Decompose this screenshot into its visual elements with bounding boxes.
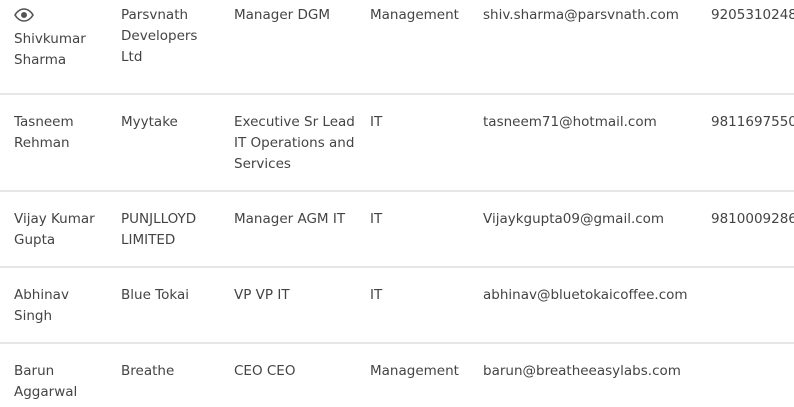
- eye-icon[interactable]: [14, 8, 34, 22]
- department-cell: IT: [370, 114, 383, 130]
- email-link[interactable]: abhinav@bluetokaicoffee.com: [483, 285, 703, 306]
- department-cell: IT: [370, 211, 383, 227]
- phone-cell: 9205310248: [711, 7, 794, 23]
- table-row: Abhinav Singh Blue Tokai VP VP IT IT abh…: [0, 268, 794, 344]
- company-cell: Blue Tokai: [121, 287, 189, 303]
- title-cell: Manager AGM IT: [234, 211, 346, 227]
- contact-name: Vijay Kumar Gupta: [14, 211, 95, 248]
- table-row: Barun Aggarwal Breathe CEO CEO Managemen…: [0, 344, 794, 407]
- email-link[interactable]: Vijaykgupta09@gmail.com: [483, 209, 703, 230]
- email-link[interactable]: tasneem71@hotmail.com: [483, 112, 703, 133]
- name-cell: Shivkumar Sharma: [14, 8, 109, 71]
- contact-name: Barun Aggarwal: [14, 363, 78, 400]
- department-cell: Management: [370, 7, 459, 23]
- contact-name: Abhinav Singh: [14, 287, 69, 324]
- phone-cell: 9811697550: [711, 114, 794, 130]
- email-link[interactable]: shiv.sharma@parsvnath.com: [483, 5, 703, 26]
- title-cell: VP VP IT: [234, 287, 290, 303]
- title-cell: Executive Sr Lead IT Operations and Serv…: [234, 114, 355, 172]
- table-row: Shivkumar Sharma Parsvnath Developers Lt…: [0, 0, 794, 95]
- phone-cell: 9810009286: [711, 211, 794, 227]
- contact-name: Shivkumar Sharma: [14, 31, 86, 68]
- department-cell: IT: [370, 287, 383, 303]
- title-cell: CEO CEO: [234, 363, 296, 379]
- email-link[interactable]: barun@breatheeasylabs.com: [483, 361, 703, 382]
- department-cell: Management: [370, 363, 459, 379]
- table-row: Tasneem Rehman Myytake Executive Sr Lead…: [0, 95, 794, 192]
- contacts-table: Shivkumar Sharma Parsvnath Developers Lt…: [0, 0, 794, 407]
- title-cell: Manager DGM: [234, 7, 330, 23]
- company-cell: Breathe: [121, 363, 175, 379]
- contact-name: Tasneem Rehman: [14, 114, 74, 151]
- table-row: Vijay Kumar Gupta PUNJLLOYD LIMITED Mana…: [0, 192, 794, 268]
- company-cell: PUNJLLOYD LIMITED: [121, 211, 197, 248]
- company-cell: Parsvnath Developers Ltd: [121, 7, 198, 65]
- company-cell: Myytake: [121, 114, 178, 130]
